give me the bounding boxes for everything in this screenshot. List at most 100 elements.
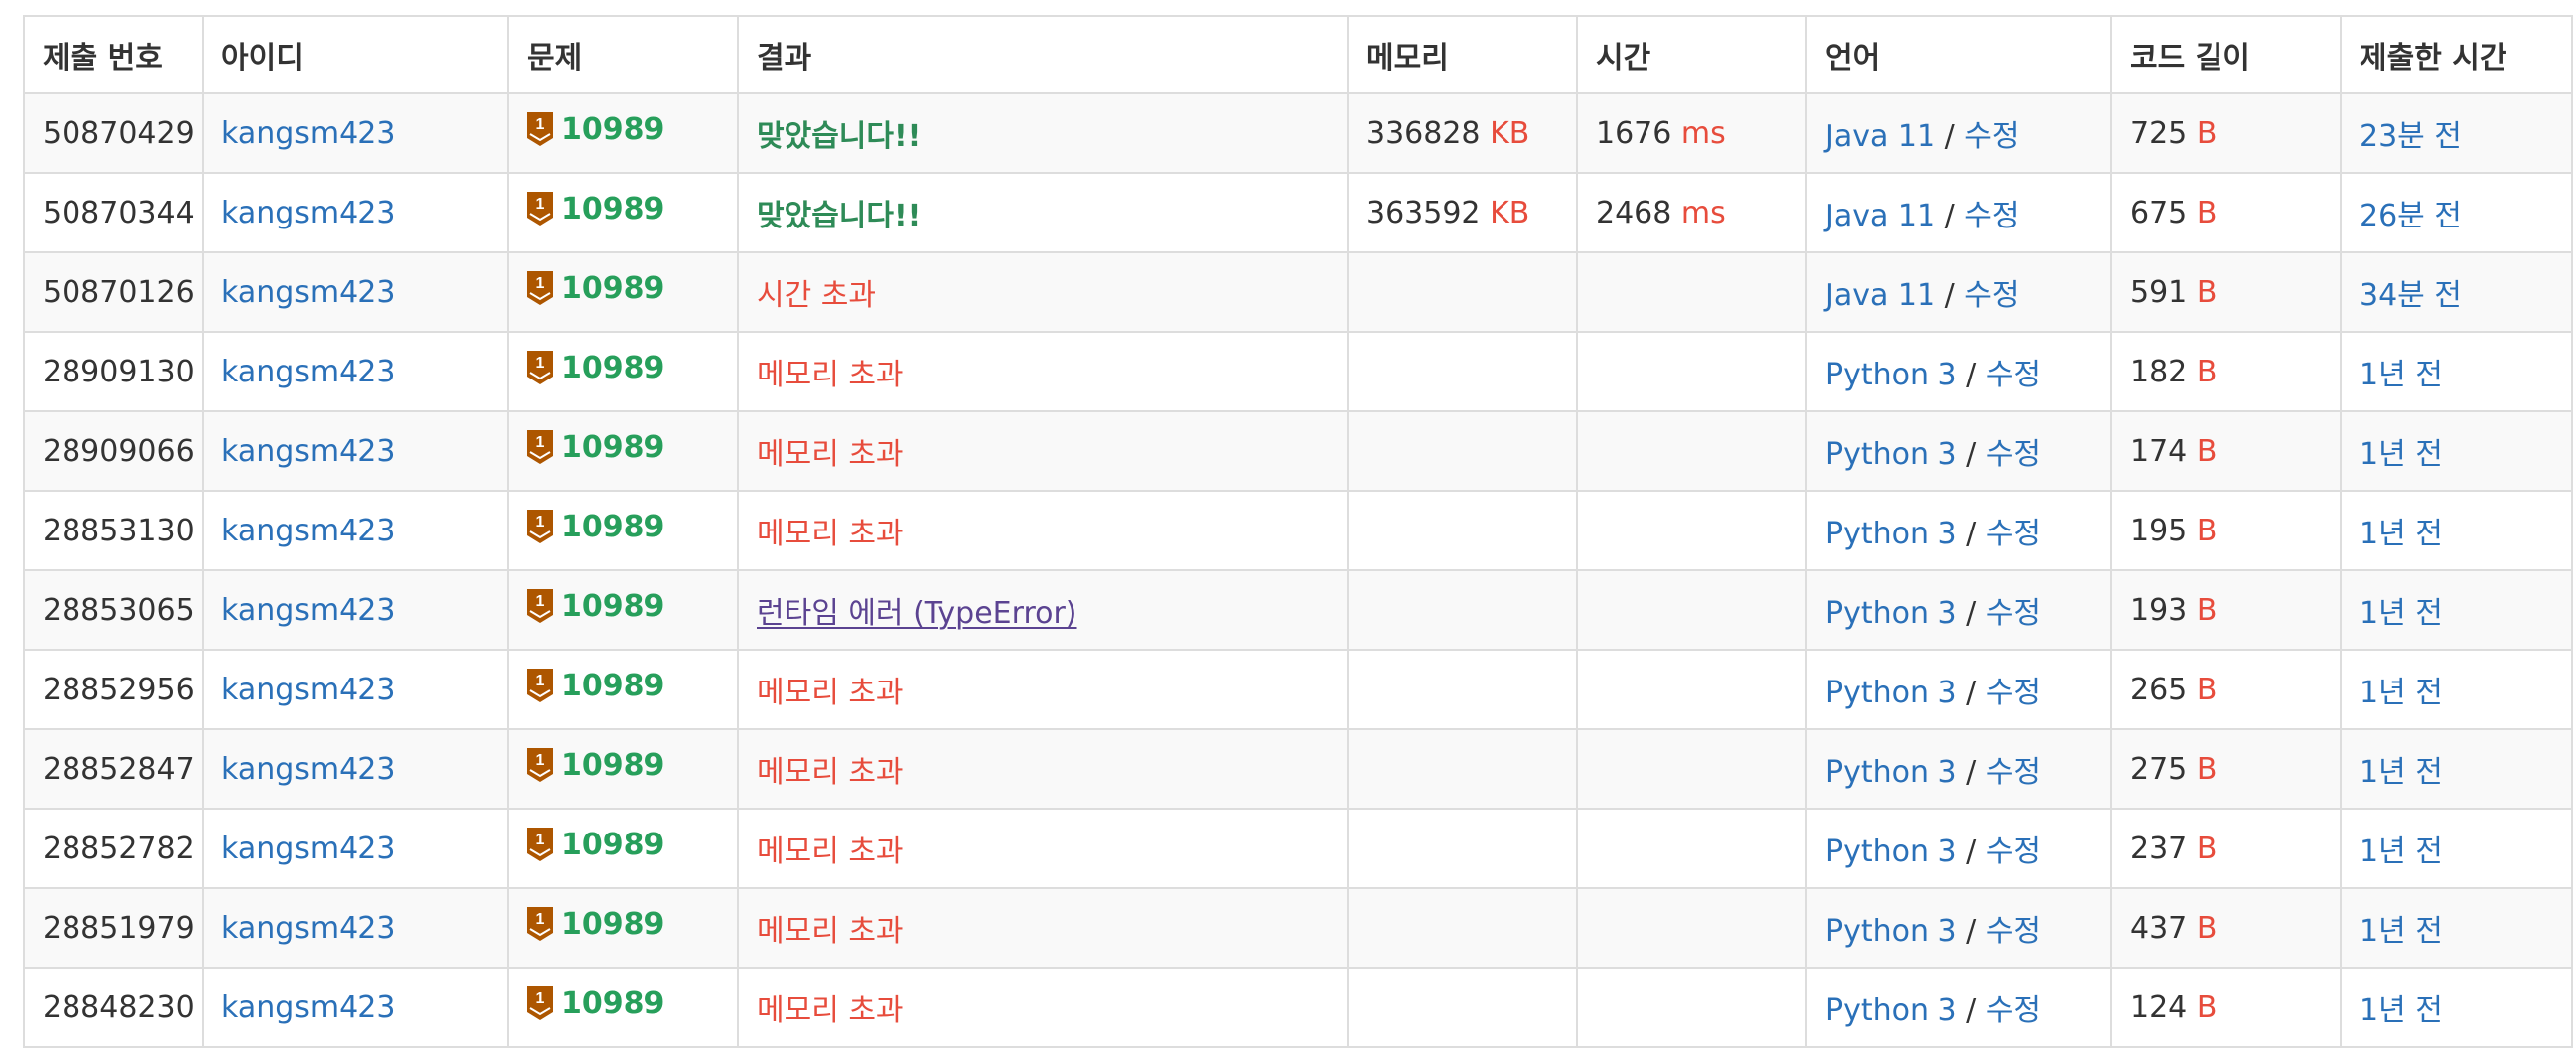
code-length-unit: B bbox=[2196, 115, 2218, 151]
table-row: 50870126 kangsm423 1 10989 시간 초과 Java 11… bbox=[23, 251, 2573, 333]
submitted-time-cell: 1년 전 bbox=[2340, 331, 2573, 412]
problem-link[interactable]: 1 10989 bbox=[527, 271, 664, 306]
problem-link[interactable]: 1 10989 bbox=[527, 510, 664, 544]
user-id-link[interactable]: kangsm423 bbox=[221, 673, 395, 707]
language-link[interactable]: Python 3 bbox=[1825, 914, 1957, 949]
submission-id-cell: 28852847 bbox=[23, 728, 204, 810]
bronze-tier-1-icon: 1 bbox=[527, 748, 553, 783]
user-id-link[interactable]: kangsm423 bbox=[221, 752, 395, 787]
language-link[interactable]: Java 11 bbox=[1825, 199, 1935, 233]
edit-link[interactable]: 수정 bbox=[1964, 278, 2019, 313]
submitted-time-cell: 1년 전 bbox=[2340, 569, 2573, 651]
edit-link[interactable]: 수정 bbox=[1986, 676, 2041, 710]
submission-id: 50870429 bbox=[43, 115, 195, 151]
user-id-link[interactable]: kangsm423 bbox=[221, 355, 395, 389]
submitted-time-link[interactable]: 1년 전 bbox=[2360, 437, 2443, 472]
memory-cell bbox=[1347, 728, 1578, 810]
problem-link[interactable]: 1 10989 bbox=[527, 669, 664, 703]
problem-link[interactable]: 1 10989 bbox=[527, 828, 664, 862]
edit-link[interactable]: 수정 bbox=[1986, 755, 2041, 790]
code-length-unit: B bbox=[2196, 672, 2218, 707]
bronze-tier-1-icon: 1 bbox=[527, 907, 553, 942]
bronze-tier-1-icon: 1 bbox=[527, 589, 553, 624]
tier-level: 1 bbox=[536, 990, 545, 1007]
edit-link[interactable]: 수정 bbox=[1986, 517, 2041, 551]
submitted-time-link[interactable]: 1년 전 bbox=[2360, 993, 2443, 1028]
tier-level: 1 bbox=[536, 752, 545, 769]
user-id-link[interactable]: kangsm423 bbox=[221, 514, 395, 548]
submitted-time-link[interactable]: 1년 전 bbox=[2360, 517, 2443, 551]
user-id-link[interactable]: kangsm423 bbox=[221, 911, 395, 946]
submitted-time-link[interactable]: 1년 전 bbox=[2360, 358, 2443, 392]
edit-link[interactable]: 수정 bbox=[1986, 596, 2041, 631]
problem-cell: 1 10989 bbox=[507, 331, 739, 412]
user-id-cell: kangsm423 bbox=[202, 649, 509, 730]
code-length-value: 675 bbox=[2130, 195, 2188, 230]
edit-link[interactable]: 수정 bbox=[1986, 914, 2041, 949]
submission-id-cell: 50870344 bbox=[23, 172, 204, 253]
problem-link[interactable]: 1 10989 bbox=[527, 907, 664, 942]
edit-link[interactable]: 수정 bbox=[1964, 199, 2019, 233]
submitted-time-link[interactable]: 23분 전 bbox=[2360, 119, 2462, 154]
submitted-time-link[interactable]: 1년 전 bbox=[2360, 834, 2443, 869]
problem-link[interactable]: 1 10989 bbox=[527, 748, 664, 783]
problem-link[interactable]: 1 10989 bbox=[527, 192, 664, 227]
user-id-link[interactable]: kangsm423 bbox=[221, 275, 395, 310]
problem-link[interactable]: 1 10989 bbox=[527, 430, 664, 465]
language-link[interactable]: Python 3 bbox=[1825, 437, 1957, 472]
language-separator: / bbox=[1966, 596, 1986, 631]
memory-cell: 336828 KB bbox=[1347, 92, 1578, 174]
user-id-link[interactable]: kangsm423 bbox=[221, 116, 395, 151]
user-id-link[interactable]: kangsm423 bbox=[221, 593, 395, 628]
user-id-link[interactable]: kangsm423 bbox=[221, 196, 395, 230]
problem-number: 10989 bbox=[561, 509, 665, 544]
user-id-cell: kangsm423 bbox=[202, 967, 509, 1048]
time-cell: 2468 ms bbox=[1576, 172, 1807, 253]
language-link[interactable]: Java 11 bbox=[1825, 119, 1935, 154]
table-row: 28852847 kangsm423 1 10989 메모리 초과 Python… bbox=[23, 728, 2573, 810]
user-id-link[interactable]: kangsm423 bbox=[221, 990, 395, 1025]
language-link[interactable]: Python 3 bbox=[1825, 834, 1957, 869]
edit-link[interactable]: 수정 bbox=[1986, 358, 2041, 392]
submitted-time-link[interactable]: 1년 전 bbox=[2360, 596, 2443, 631]
submission-id-cell: 28851979 bbox=[23, 887, 204, 969]
result-cell: 메모리 초과 bbox=[737, 490, 1349, 571]
user-id-link[interactable]: kangsm423 bbox=[221, 434, 395, 469]
edit-link[interactable]: 수정 bbox=[1986, 437, 2041, 472]
problem-cell: 1 10989 bbox=[507, 490, 739, 571]
language-link[interactable]: Python 3 bbox=[1825, 993, 1957, 1028]
submitted-time-link[interactable]: 1년 전 bbox=[2360, 914, 2443, 949]
language-link[interactable]: Java 11 bbox=[1825, 278, 1935, 313]
user-id-link[interactable]: kangsm423 bbox=[221, 832, 395, 866]
language-cell: Python 3 / 수정 bbox=[1805, 569, 2112, 651]
submission-id-cell: 28853065 bbox=[23, 569, 204, 651]
edit-link[interactable]: 수정 bbox=[1986, 993, 2041, 1028]
submitted-time-link[interactable]: 34분 전 bbox=[2360, 278, 2462, 313]
problem-link[interactable]: 1 10989 bbox=[527, 112, 664, 147]
problem-link[interactable]: 1 10989 bbox=[527, 589, 664, 624]
language-cell: Python 3 / 수정 bbox=[1805, 649, 2112, 730]
language-link[interactable]: Python 3 bbox=[1825, 596, 1957, 631]
submitted-time-link[interactable]: 1년 전 bbox=[2360, 755, 2443, 790]
edit-link[interactable]: 수정 bbox=[1986, 834, 2041, 869]
submission-id-cell: 28848230 bbox=[23, 967, 204, 1048]
code-length-value: 174 bbox=[2130, 433, 2188, 469]
tier-level: 1 bbox=[536, 832, 545, 848]
result-cell: 맞았습니다!! bbox=[737, 172, 1349, 253]
table-row: 28848230 kangsm423 1 10989 메모리 초과 Python… bbox=[23, 967, 2573, 1048]
submission-id-cell: 28853130 bbox=[23, 490, 204, 571]
language-link[interactable]: Python 3 bbox=[1825, 676, 1957, 710]
submission-id-cell: 28852956 bbox=[23, 649, 204, 730]
language-link[interactable]: Python 3 bbox=[1825, 517, 1957, 551]
problem-cell: 1 10989 bbox=[507, 172, 739, 253]
submitted-time-link[interactable]: 26분 전 bbox=[2360, 199, 2462, 233]
language-link[interactable]: Python 3 bbox=[1825, 358, 1957, 392]
problem-link[interactable]: 1 10989 bbox=[527, 986, 664, 1021]
edit-link[interactable]: 수정 bbox=[1964, 119, 2019, 154]
submitted-time-link[interactable]: 1년 전 bbox=[2360, 676, 2443, 710]
language-link[interactable]: Python 3 bbox=[1825, 755, 1957, 790]
result-text: 시간 초과 bbox=[757, 278, 876, 313]
problem-cell: 1 10989 bbox=[507, 649, 739, 730]
problem-link[interactable]: 1 10989 bbox=[527, 351, 664, 385]
time-cell bbox=[1576, 967, 1807, 1048]
